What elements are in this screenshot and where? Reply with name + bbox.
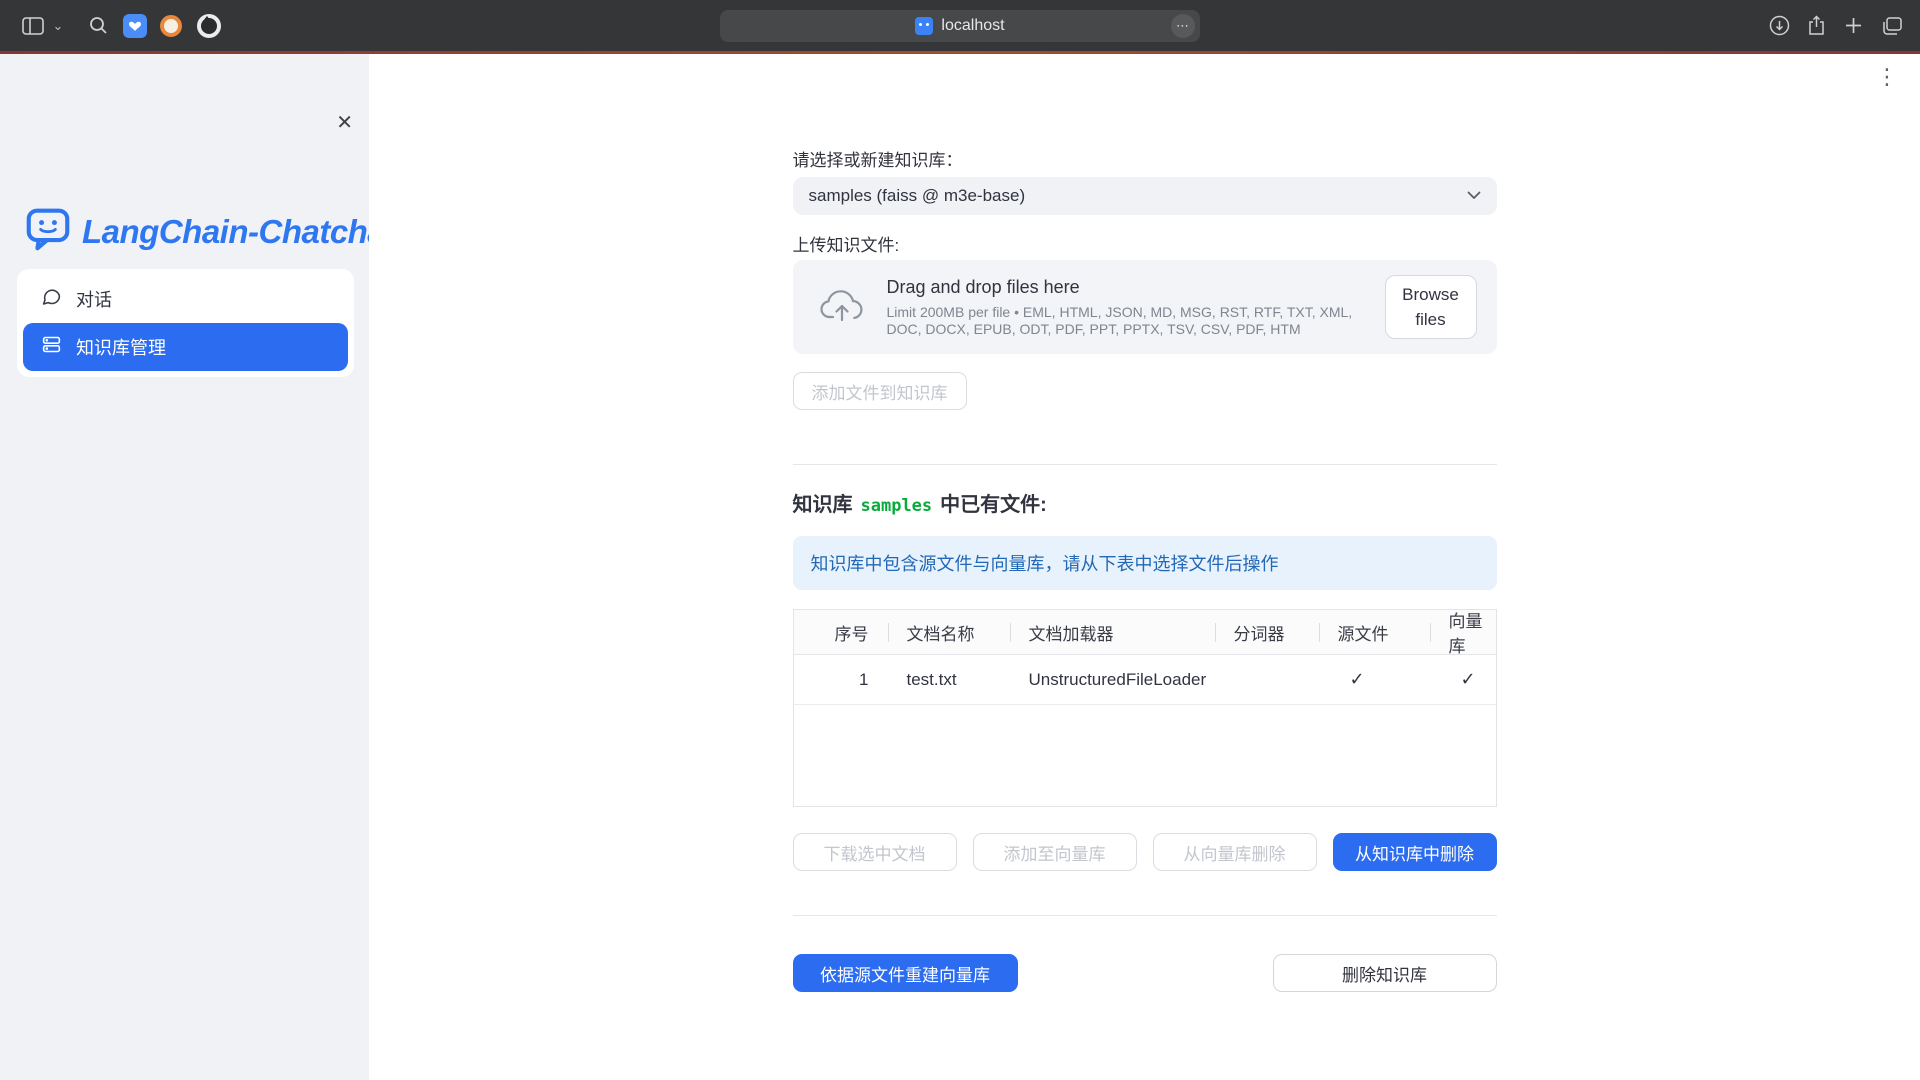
kb-name-code: samples <box>861 494 933 518</box>
table-cell-splitter[interactable] <box>1216 655 1320 705</box>
table-header-splitter[interactable]: 分词器 <box>1216 610 1320 655</box>
main-area: ⋮ 请选择或新建知识库： samples (faiss @ m3e-base) … <box>369 54 1920 1080</box>
kb-bottom-buttons: 依据源文件重建向量库 删除知识库 <box>793 954 1497 992</box>
tab-overview-icon[interactable] <box>1878 0 1906 51</box>
chevron-down-icon[interactable]: ⌄ <box>50 0 66 51</box>
logo-text: LangChain-Chatchat <box>82 213 396 251</box>
url-text: localhost <box>941 17 1004 35</box>
table-cell-vector-check[interactable]: ✓ <box>1431 655 1496 705</box>
chat-bubble-icon <box>41 286 62 312</box>
app-viewport: ✕ LangChain-Chatchat 对 <box>0 54 1920 1080</box>
add-files-button[interactable]: 添加文件到知识库 <box>793 372 967 410</box>
table-cell-index[interactable]: 1 <box>794 655 889 705</box>
download-selected-button[interactable]: 下载选中文档 <box>793 833 957 871</box>
dropzone-texts: Drag and drop files here Limit 200MB per… <box>887 277 1385 338</box>
downloads-icon[interactable] <box>1766 0 1792 51</box>
delete-kb-button[interactable]: 删除知识库 <box>1273 954 1497 992</box>
kb-select-value: samples (faiss @ m3e-base) <box>809 186 1467 206</box>
sidebar: ✕ LangChain-Chatchat 对 <box>0 54 369 1080</box>
browse-files-button[interactable]: Browse files <box>1385 275 1477 339</box>
extension-blue-icon[interactable] <box>122 0 148 51</box>
table-action-buttons: 下载选中文档 添加至向量库 从向量库删除 从知识库中删除 <box>793 833 1497 871</box>
kb-files-heading: 知识库 samples 中已有文件: <box>793 493 1497 518</box>
sidebar-item-label: 知识库管理 <box>76 334 166 360</box>
dropzone-title: Drag and drop files here <box>887 277 1367 298</box>
divider <box>793 464 1497 465</box>
dropzone-limit-text: Limit 200MB per file • EML, HTML, JSON, … <box>887 304 1367 338</box>
table-header-name[interactable]: 文档名称 <box>889 610 1011 655</box>
table-cell-source-check[interactable]: ✓ <box>1320 655 1431 705</box>
streamlit-menu-icon[interactable]: ⋮ <box>1876 66 1898 88</box>
sidebar-nav: 对话 知识库管理 <box>17 269 354 377</box>
kb-heading-prefix: 知识库 <box>793 493 853 517</box>
app-logo: LangChain-Chatchat <box>26 206 396 257</box>
knowledge-base-icon <box>41 334 62 360</box>
remove-from-vector-button[interactable]: 从向量库删除 <box>1153 833 1317 871</box>
browser-toolbar: ⌄ localhost ⋯ <box>0 0 1920 51</box>
sidebar-item-label: 对话 <box>76 286 112 312</box>
table-header-index[interactable]: 序号 <box>794 610 889 655</box>
upload-label: 上传知识文件: <box>793 235 1497 256</box>
kb-select[interactable]: samples (faiss @ m3e-base) <box>793 177 1497 215</box>
table-cell-loader[interactable]: UnstructuredFileLoader <box>1011 655 1216 705</box>
divider <box>793 915 1497 916</box>
table-cell-name[interactable]: test.txt <box>889 655 1011 705</box>
kb-heading-suffix: 中已有文件: <box>940 493 1047 517</box>
address-bar[interactable]: localhost ⋯ <box>720 10 1200 42</box>
content-column: 请选择或新建知识库： samples (faiss @ m3e-base) 上传… <box>793 54 1497 992</box>
close-icon[interactable]: ✕ <box>336 110 353 135</box>
cloud-upload-icon <box>819 287 865 328</box>
sidebar-item-dialogue[interactable]: 对话 <box>23 275 348 323</box>
info-banner: 知识库中包含源文件与向量库，请从下表中选择文件后操作 <box>793 536 1497 590</box>
table-header-source[interactable]: 源文件 <box>1320 610 1431 655</box>
table-empty-area <box>794 705 1496 806</box>
sidebar-toggle-icon[interactable] <box>20 0 46 51</box>
extension-orange-icon[interactable] <box>158 0 184 51</box>
logo-chat-icon <box>26 206 70 257</box>
select-chevron-down-icon <box>1467 187 1481 205</box>
page-options-icon[interactable]: ⋯ <box>1171 14 1195 38</box>
delete-from-kb-button[interactable]: 从知识库中删除 <box>1333 833 1497 871</box>
rebuild-vector-store-button[interactable]: 依据源文件重建向量库 <box>793 954 1018 992</box>
sidebar-item-kb-management[interactable]: 知识库管理 <box>23 323 348 371</box>
add-to-vector-button[interactable]: 添加至向量库 <box>973 833 1137 871</box>
search-icon[interactable] <box>86 0 110 51</box>
kb-files-table: 序号 文档名称 文档加载器 分词器 源文件 向量库 1 test.txt Uns… <box>793 609 1497 807</box>
share-icon[interactable] <box>1803 0 1829 51</box>
new-tab-icon[interactable] <box>1840 0 1866 51</box>
table-header-vector[interactable]: 向量库 <box>1431 610 1496 655</box>
site-favicon <box>915 17 933 35</box>
github-icon[interactable] <box>196 0 222 51</box>
file-dropzone[interactable]: Drag and drop files here Limit 200MB per… <box>793 260 1497 354</box>
table-header-loader[interactable]: 文档加载器 <box>1011 610 1216 655</box>
kb-select-label: 请选择或新建知识库： <box>793 150 1497 171</box>
